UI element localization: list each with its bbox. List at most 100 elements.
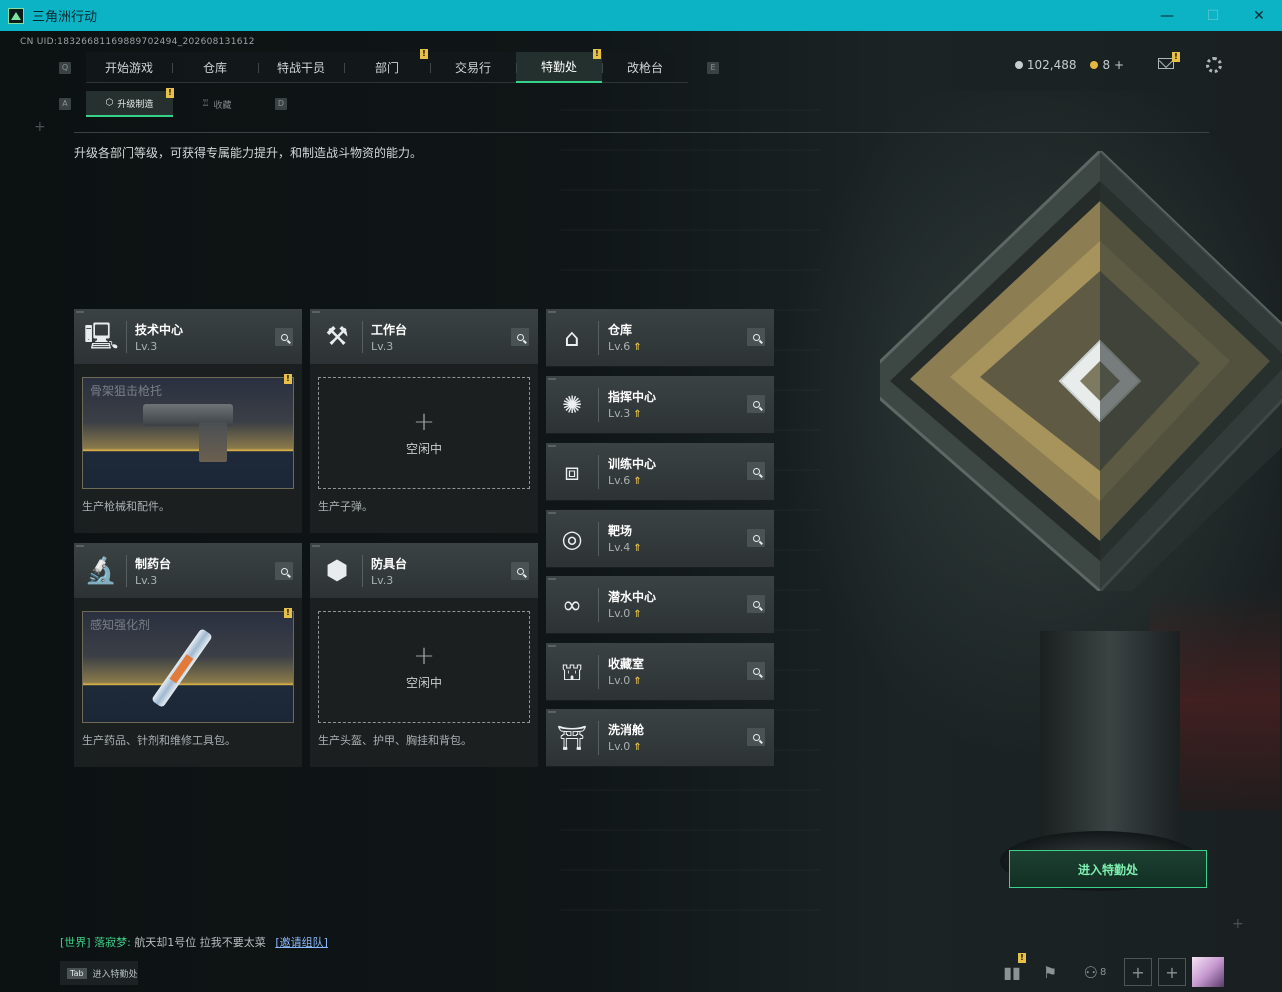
corner-mark — [548, 378, 556, 380]
chat-text: 航天却1号位 拉我不要太菜 — [134, 936, 266, 949]
nav-next-key[interactable]: E — [707, 62, 719, 74]
facility-card-collection-room[interactable]: ⛫ 收藏室 Lv.0 ⇑ — [546, 643, 774, 701]
facility-card-diving-center[interactable]: ∞ 潜水中心 Lv.0 ⇑ — [546, 576, 774, 634]
facility-name: 靶场 — [608, 524, 633, 538]
settings-gear-icon[interactable] — [1206, 57, 1222, 73]
notification-badge: ! — [284, 374, 292, 384]
subnav-next-key[interactable]: D — [275, 98, 287, 110]
inspect-button[interactable] — [747, 529, 765, 547]
facility-name: 收藏室 — [608, 657, 645, 671]
corner-mark — [548, 711, 556, 713]
dumbbell-icon: ⧈ — [564, 458, 580, 486]
tab-label: 升级制造 — [117, 99, 154, 110]
app-logo-icon — [8, 7, 24, 24]
chat-sender[interactable]: 落寂梦: — [94, 936, 131, 949]
window-title: 三角洲行动 — [32, 10, 98, 25]
chat-message[interactable]: [世界] 落寂梦: 航天却1号位 拉我不要太菜 [邀请组队] — [60, 934, 328, 950]
inspect-button[interactable] — [747, 728, 765, 746]
production-slot[interactable]: 感知强化剂 ! — [82, 608, 294, 723]
idle-slot[interactable]: + 空闲中 — [318, 611, 530, 723]
facility-card-command-center[interactable]: ✺ 指挥中心 Lv.3 ⇑ — [546, 376, 774, 434]
window-controls: — ☐ ✕ — [1144, 0, 1282, 31]
inspect-button[interactable] — [747, 462, 765, 480]
nav-gunsmith[interactable]: 改枪台 — [602, 52, 688, 83]
idle-label: 空闲中 — [405, 441, 442, 456]
add-gold-button[interactable]: + — [1114, 58, 1124, 72]
facility-level: Lv.3 ⇑ — [608, 407, 642, 420]
inspect-button[interactable] — [747, 328, 765, 346]
syringe-image — [151, 627, 213, 709]
idle-slot[interactable]: + 空闲中 — [318, 377, 530, 489]
divider — [598, 455, 599, 489]
divider — [126, 321, 127, 353]
tab-label: 收藏 — [213, 100, 232, 111]
nav-prev-key[interactable]: Q — [59, 62, 71, 74]
facility-level: Lv.0 ⇑ — [608, 607, 642, 620]
nav-warehouse[interactable]: 仓库 — [172, 52, 258, 83]
nav-label: 特战干员 — [276, 61, 325, 75]
item-name: 感知强化剂 — [90, 618, 151, 632]
facility-card-warehouse[interactable]: ⌂ 仓库 Lv.6 ⇑ — [546, 309, 774, 367]
facility-name: 洗消舱 — [608, 723, 645, 737]
production-card-workbench[interactable]: ⚒ 工作台 Lv.3 + 空闲中 生产子弹。 — [310, 309, 538, 533]
corner-mark — [548, 311, 556, 313]
corner-mark — [312, 545, 320, 547]
stats-button[interactable]: ▮▮ ! — [996, 953, 1028, 987]
close-button[interactable]: ✕ — [1236, 0, 1282, 31]
add-slot-button[interactable]: + — [1158, 958, 1186, 986]
silver-coin-icon — [1014, 61, 1023, 69]
search-icon — [752, 667, 760, 675]
decon-icon: ⛩ — [556, 724, 588, 752]
tab-collection[interactable]: ♖ 收藏 — [173, 91, 260, 117]
gold-currency[interactable]: 8 + — [1090, 58, 1124, 72]
facility-card-shooting-range[interactable]: ◎ 靶场 Lv.4 ⇑ — [546, 510, 774, 568]
crosshair-decoration: + — [34, 119, 46, 135]
notification-badge: ! — [420, 49, 428, 59]
upgrade-arrow-icon: ⇑ — [633, 543, 642, 554]
facility-name: 工作台 — [371, 323, 408, 337]
nav-market[interactable]: 交易行 — [430, 52, 516, 83]
inspect-button[interactable] — [747, 662, 765, 680]
inspect-button[interactable] — [275, 562, 293, 580]
production-card-armor-bench[interactable]: ⬢ 防具台 Lv.3 + 空闲中 生产头盔、护甲、胸挂和背包。 — [310, 543, 538, 767]
inspect-button[interactable] — [747, 595, 765, 613]
production-slot[interactable]: 骨架狙击枪托 ! — [82, 374, 294, 489]
add-slot-button[interactable]: + — [1124, 958, 1152, 986]
inspect-button[interactable] — [747, 395, 765, 413]
inspect-button[interactable] — [511, 328, 529, 346]
tab-upgrade-craft[interactable]: ⬡ 升级制造 ! — [86, 88, 174, 117]
nav-start-game[interactable]: 开始游戏 — [86, 52, 172, 83]
minimize-button[interactable]: — — [1144, 0, 1190, 31]
inspect-button[interactable] — [511, 562, 529, 580]
facility-card-training-center[interactable]: ⧈ 训练中心 Lv.6 ⇑ — [546, 443, 774, 501]
bottom-toolbar: ▮▮ ! ⚑ ⚇ 8 + + — [996, 953, 1224, 987]
nav-operators[interactable]: 特战干员 — [258, 52, 344, 83]
facility-name: 潜水中心 — [608, 590, 657, 604]
nav-special-ops[interactable]: 特勤处! — [516, 49, 602, 83]
search-icon — [752, 733, 760, 741]
facility-card-decon-chamber[interactable]: ⛩ 洗消舱 Lv.0 ⇑ — [546, 709, 774, 767]
divider — [598, 522, 599, 556]
avatar[interactable] — [1192, 957, 1224, 987]
maximize-button[interactable]: ☐ — [1190, 0, 1236, 31]
flag-icon: ⚑ — [1042, 962, 1058, 982]
level-text: Lv.0 — [608, 740, 631, 753]
subnav-prev-key[interactable]: A — [59, 98, 71, 110]
facility-name: 技术中心 — [135, 323, 184, 337]
level-text: Lv.3 — [608, 407, 631, 420]
tab-hint[interactable]: Tab 进入特勤处 — [60, 961, 138, 985]
page-description: 升级各部门等级，可获得专属能力提升，和制造战斗物资的能力。 — [74, 146, 423, 160]
nav-department[interactable]: 部门! — [344, 49, 430, 83]
invite-team-link[interactable]: [邀请组队] — [275, 936, 328, 949]
inspect-button[interactable] — [275, 328, 293, 346]
friends-button[interactable]: ⚇ 8 — [1072, 957, 1118, 987]
nav-label: 改枪台 — [626, 61, 663, 75]
flag-button[interactable]: ⚑ — [1034, 957, 1066, 987]
divider — [362, 321, 363, 353]
production-card-tech-center[interactable]: 🖳 技术中心 Lv.3 骨架狙击枪托 ! 生产枪械和配件。 — [74, 309, 302, 533]
game-viewport: CN UID:18326681169889702494_202608131612… — [0, 31, 1282, 992]
production-card-pharmacy[interactable]: 🔬 制药台 Lv.3 感知强化剂 ! 生产药品、针剂和维修工具包。 — [74, 543, 302, 767]
corner-mark — [548, 645, 556, 647]
mail-button[interactable]: ! — [1138, 52, 1180, 72]
enter-special-ops-button[interactable]: 进入特勤处 — [1009, 850, 1207, 888]
